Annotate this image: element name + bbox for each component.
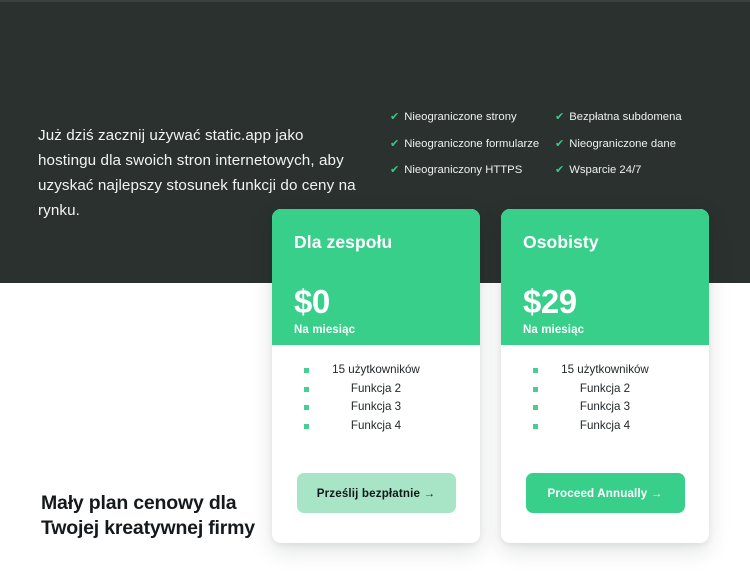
- card-feature-list: 15 użytkowników Funkcja 2 Funkcja 3 Funk…: [272, 361, 480, 435]
- feature-item: ✔ Nieograniczone strony: [390, 110, 555, 124]
- page-title: Mały plan cenowy dla Twojej kreatywnej f…: [41, 492, 255, 539]
- card-period: Na miesiąc: [294, 324, 356, 336]
- feature-column-1: ✔ Nieograniczone strony ✔ Nieograniczone…: [390, 110, 555, 190]
- feature-label: Nieograniczone formularze: [404, 137, 540, 150]
- hero-feature-list: ✔ Nieograniczone strony ✔ Nieograniczone…: [390, 110, 720, 190]
- list-item-label: Funkcja 4: [350, 418, 402, 432]
- bullet-square-icon: [304, 386, 309, 392]
- card-feature-list: 15 użytkowników Funkcja 2 Funkcja 3 Funk…: [501, 361, 709, 435]
- check-icon: ✔: [555, 111, 565, 123]
- list-item-label: Funkcja 2: [579, 381, 631, 395]
- card-header: Dla zespołu $0 Na miesiąc: [272, 209, 480, 345]
- card-header: Osobisty $29 Na miesiąc: [501, 209, 709, 345]
- feature-item: ✔ Nieograniczony HTTPS: [390, 163, 555, 177]
- bullet-square-icon: [304, 423, 309, 429]
- proceed-annually-button[interactable]: Proceed Annually →: [525, 473, 685, 513]
- feature-item: ✔ Bezpłatna subdomena: [555, 110, 720, 124]
- pricing-card-team[interactable]: Dla zespołu $0 Na miesiąc 15 użytkownikó…: [272, 209, 480, 543]
- card-price: $29: [523, 283, 577, 320]
- list-item-label: Funkcja 2: [350, 381, 402, 395]
- check-icon: ✔: [390, 137, 400, 150]
- feature-item: ✔ Nieograniczone formularze: [390, 137, 555, 151]
- feature-item: ✔ Wsparcie 24/7: [555, 163, 720, 177]
- check-icon: ✔: [390, 111, 400, 123]
- list-item: 15 użytkowników: [501, 361, 709, 380]
- feature-label: Nieograniczone dane: [569, 137, 676, 150]
- card-cta-area: Proceed Annually →: [501, 473, 709, 543]
- pricing-card-personal[interactable]: Osobisty $29 Na miesiąc 15 użytkowników …: [501, 209, 709, 543]
- submit-free-button[interactable]: Prześlij bezpłatnie →: [296, 473, 456, 513]
- list-item: Funkcja 2: [501, 380, 709, 399]
- card-period: Na miesiąc: [523, 324, 585, 336]
- list-item-label: Funkcja 3: [579, 400, 631, 414]
- feature-label: Wsparcie 24/7: [569, 164, 642, 176]
- bullet-square-icon: [533, 405, 538, 411]
- list-item-label: Funkcja 4: [579, 418, 631, 432]
- bullet-square-icon: [533, 423, 538, 429]
- list-item: Funkcja 3: [501, 398, 709, 417]
- list-item: Funkcja 2: [272, 380, 480, 399]
- card-title: Osobisty: [523, 232, 599, 252]
- list-item: 15 użytkowników: [272, 361, 480, 380]
- list-item-label: 15 użytkowników: [561, 363, 649, 376]
- list-item: Funkcja 4: [501, 417, 709, 436]
- card-cta-area: Prześlij bezpłatnie →: [272, 473, 480, 543]
- list-item: Funkcja 4: [272, 417, 480, 436]
- feature-column-2: ✔ Bezpłatna subdomena ✔ Nieograniczone d…: [555, 110, 720, 190]
- bullet-square-icon: [304, 405, 309, 411]
- card-body: 15 użytkowników Funkcja 2 Funkcja 3 Funk…: [501, 345, 709, 435]
- feature-label: Nieograniczone strony: [404, 111, 517, 123]
- card-body: 15 użytkowników Funkcja 2 Funkcja 3 Funk…: [272, 345, 480, 435]
- card-price: $0: [294, 283, 330, 320]
- card-title: Dla zespołu: [294, 232, 393, 252]
- feature-item: ✔ Nieograniczone dane: [555, 137, 720, 151]
- list-item-label: 15 użytkowników: [332, 363, 420, 376]
- check-icon: ✔: [555, 164, 565, 176]
- bullet-square-icon: [533, 386, 538, 392]
- feature-label: Nieograniczony HTTPS: [404, 164, 523, 176]
- check-icon: ✔: [390, 164, 400, 176]
- bullet-square-icon: [304, 368, 309, 373]
- list-item-label: Funkcja 3: [350, 400, 402, 414]
- pricing-page: Już dziś zacznij używać static.app jako …: [0, 0, 750, 582]
- list-item: Funkcja 3: [272, 398, 480, 417]
- bullet-square-icon: [533, 368, 538, 373]
- check-icon: ✔: [555, 137, 565, 150]
- feature-label: Bezpłatna subdomena: [569, 111, 682, 123]
